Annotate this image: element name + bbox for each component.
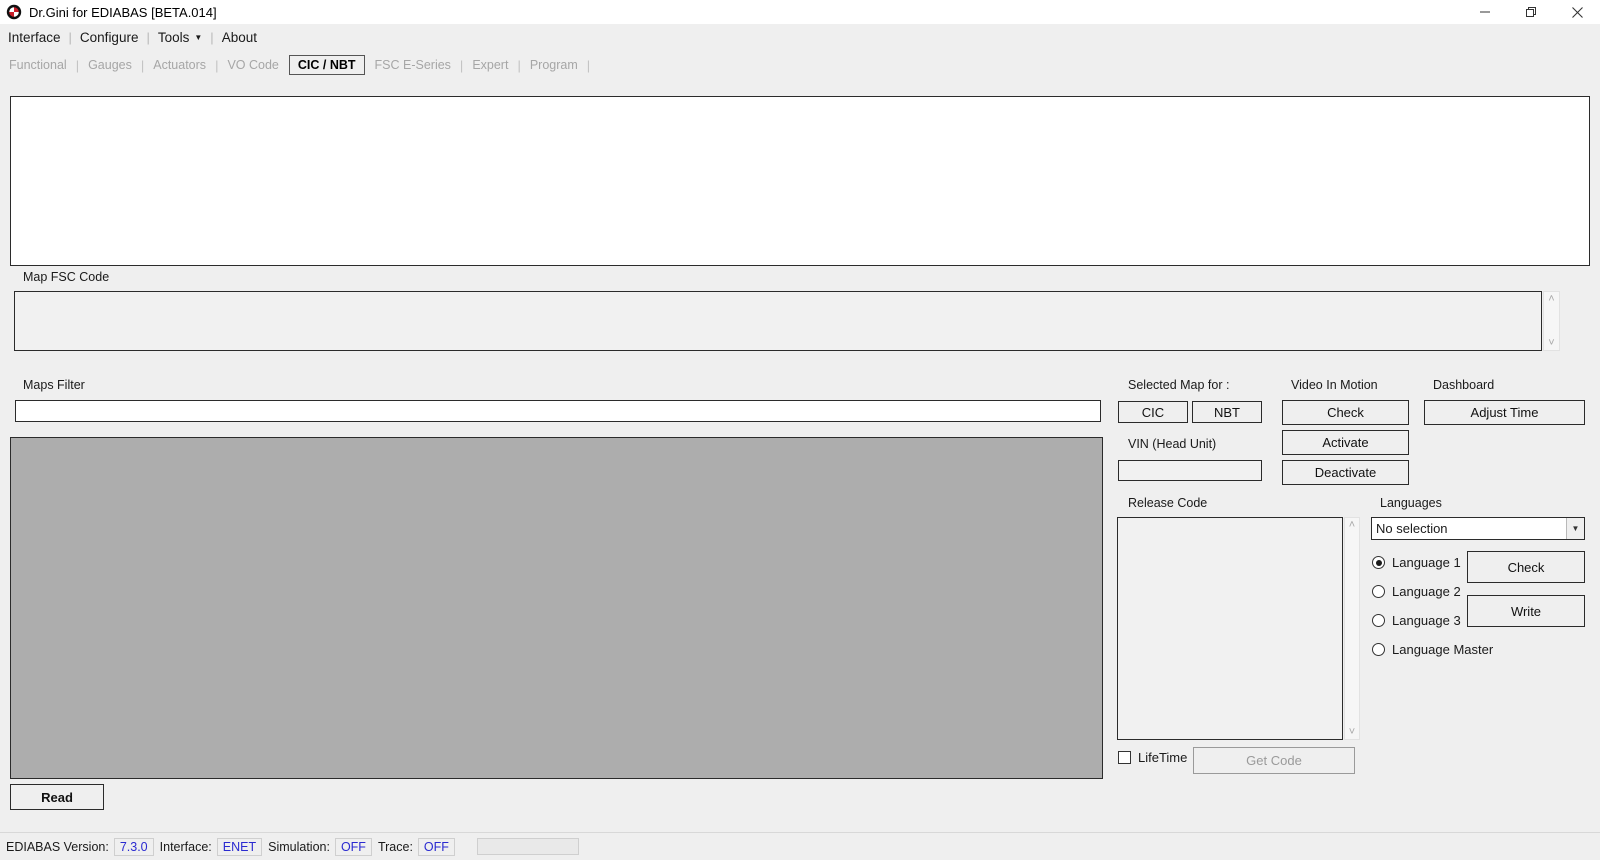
dashboard-group: Dashboard Adjust Time — [1420, 378, 1590, 490]
menu-item-about[interactable]: About — [214, 30, 265, 45]
interface-value: ENET — [216, 837, 263, 856]
video-in-motion-activate-button[interactable]: Activate — [1282, 430, 1409, 455]
video-in-motion-body: Check Activate Deactivate — [1278, 385, 1413, 490]
languages-combobox[interactable]: No selection ▼ — [1371, 517, 1585, 540]
lifetime-checkbox-row[interactable]: LifeTime — [1118, 750, 1187, 765]
map-fsc-code-group: Map FSC Code ˄ ˅ — [10, 270, 1590, 358]
language-1-radio[interactable] — [1372, 556, 1385, 569]
release-code-textarea[interactable] — [1117, 517, 1343, 740]
get-code-button[interactable]: Get Code — [1193, 747, 1355, 774]
video-in-motion-group: Video In Motion Check Activate Deactivat… — [1278, 378, 1413, 490]
video-in-motion-label: Video In Motion — [1287, 378, 1382, 392]
status-bar: EDIABAS Version: 7.3.0 Interface: ENET S… — [0, 832, 1600, 860]
status-progress-bar — [476, 838, 579, 855]
selected-map-for-group: Selected Map for : CIC NBT — [1115, 378, 1272, 425]
dashboard-label: Dashboard — [1429, 378, 1499, 392]
map-fsc-code-label: Map FSC Code — [19, 270, 114, 284]
simulation-value: OFF — [334, 837, 372, 856]
tab-cic-nbt[interactable]: CIC / NBT — [288, 55, 365, 75]
maps-filter-input[interactable] — [15, 400, 1101, 422]
scroll-up-icon[interactable]: ˄ — [1548, 292, 1554, 306]
tab-expert[interactable]: Expert — [463, 55, 517, 75]
video-in-motion-check-button[interactable]: Check — [1282, 400, 1409, 425]
chevron-down-icon: ▼ — [194, 33, 203, 43]
read-button[interactable]: Read — [10, 784, 104, 810]
language-3-radio[interactable] — [1372, 614, 1385, 627]
languages-body: No selection ▼ Language 1 Language 2 Lan… — [1367, 503, 1590, 666]
vin-head-unit-label: VIN (Head Unit) — [1124, 437, 1221, 451]
bmw-roundel-icon — [6, 4, 22, 20]
video-in-motion-deactivate-button[interactable]: Deactivate — [1282, 460, 1409, 485]
chevron-down-icon[interactable]: ▼ — [1566, 518, 1584, 539]
language-2-radio[interactable] — [1372, 585, 1385, 598]
language-master-radio-row[interactable]: Language Master — [1372, 642, 1493, 657]
maps-filter-group: Maps Filter — [10, 378, 1106, 422]
menu-item-configure[interactable]: Configure — [72, 30, 147, 45]
dashboard-body: Adjust Time — [1420, 385, 1590, 490]
selected-map-cic-button[interactable]: CIC — [1118, 401, 1188, 423]
window-controls — [1462, 0, 1600, 24]
languages-label: Languages — [1376, 496, 1446, 510]
language-3-radio-row[interactable]: Language 3 — [1372, 613, 1461, 628]
tab-functional[interactable]: Functional — [0, 55, 76, 75]
trace-label: Trace: — [377, 839, 413, 854]
tab-gauges[interactable]: Gauges — [79, 55, 141, 75]
release-code-group: Release Code ˄ ˅ LifeTime Get Code — [1115, 496, 1360, 779]
maps-filter-label: Maps Filter — [19, 378, 89, 392]
language-2-radio-row[interactable]: Language 2 — [1372, 584, 1461, 599]
tab-fsc-e-series[interactable]: FSC E-Series — [366, 55, 460, 75]
languages-group: Languages No selection ▼ Language 1 Lang… — [1367, 496, 1590, 666]
vin-head-unit-input[interactable] — [1118, 460, 1262, 481]
interface-label: Interface: — [159, 839, 212, 854]
lifetime-label: LifeTime — [1138, 750, 1188, 765]
selected-map-for-label: Selected Map for : — [1124, 378, 1234, 392]
log-output-panel[interactable] — [10, 96, 1590, 266]
language-master-label: Language Master — [1392, 642, 1494, 657]
trace-value: OFF — [417, 837, 455, 856]
scroll-down-icon[interactable]: ˅ — [1349, 725, 1355, 739]
selected-map-nbt-button[interactable]: NBT — [1192, 401, 1262, 423]
tab-actuators[interactable]: Actuators — [144, 55, 215, 75]
maps-list[interactable] — [10, 437, 1103, 779]
ediabas-version-label: EDIABAS Version: — [6, 839, 109, 854]
simulation-label: Simulation: — [268, 839, 330, 854]
application-window: Dr.Gini for EDIABAS [BETA.014] Interface — [0, 0, 1600, 860]
language-master-radio[interactable] — [1372, 643, 1385, 656]
release-code-scrollbar[interactable]: ˄ ˅ — [1344, 517, 1360, 740]
menu-bar: Interface | Configure | Tools ▼ | About — [0, 24, 1600, 50]
map-fsc-code-scrollbar[interactable]: ˄ ˅ — [1543, 291, 1560, 351]
tab-strip: Functional | Gauges | Actuators | VO Cod… — [0, 52, 1600, 78]
ediabas-version-value: 7.3.0 — [113, 837, 154, 856]
menu-item-interface[interactable]: Interface — [0, 30, 69, 45]
language-3-label: Language 3 — [1392, 613, 1461, 628]
language-1-radio-row[interactable]: Language 1 — [1372, 555, 1461, 570]
lifetime-checkbox[interactable] — [1118, 751, 1131, 764]
tab-program[interactable]: Program — [521, 55, 587, 75]
map-fsc-code-body: ˄ ˅ — [10, 277, 1590, 358]
maps-filter-body — [10, 385, 1106, 422]
minimize-icon[interactable] — [1462, 0, 1508, 24]
menu-item-tools[interactable]: Tools ▼ — [150, 30, 210, 45]
close-icon[interactable] — [1554, 0, 1600, 24]
languages-write-button[interactable]: Write — [1467, 595, 1585, 627]
vin-head-unit-group: VIN (Head Unit) — [1115, 437, 1272, 489]
languages-check-button[interactable]: Check — [1467, 551, 1585, 583]
language-2-label: Language 2 — [1392, 584, 1461, 599]
dashboard-adjust-time-button[interactable]: Adjust Time — [1424, 400, 1585, 425]
menu-item-tools-label: Tools — [157, 29, 190, 45]
language-1-label: Language 1 — [1392, 555, 1461, 570]
release-code-body: ˄ ˅ LifeTime Get Code — [1115, 503, 1360, 779]
languages-combobox-value: No selection — [1376, 521, 1448, 536]
tab-vo-code[interactable]: VO Code — [218, 55, 287, 75]
restore-icon[interactable] — [1508, 0, 1554, 24]
tab-separator: | — [586, 57, 591, 73]
window-title: Dr.Gini for EDIABAS [BETA.014] — [29, 4, 217, 20]
map-fsc-code-textarea[interactable] — [14, 291, 1542, 351]
release-code-label: Release Code — [1124, 496, 1212, 510]
scroll-up-icon[interactable]: ˄ — [1349, 518, 1355, 532]
scroll-down-icon[interactable]: ˅ — [1548, 336, 1554, 350]
title-bar: Dr.Gini for EDIABAS [BETA.014] — [0, 0, 1600, 24]
